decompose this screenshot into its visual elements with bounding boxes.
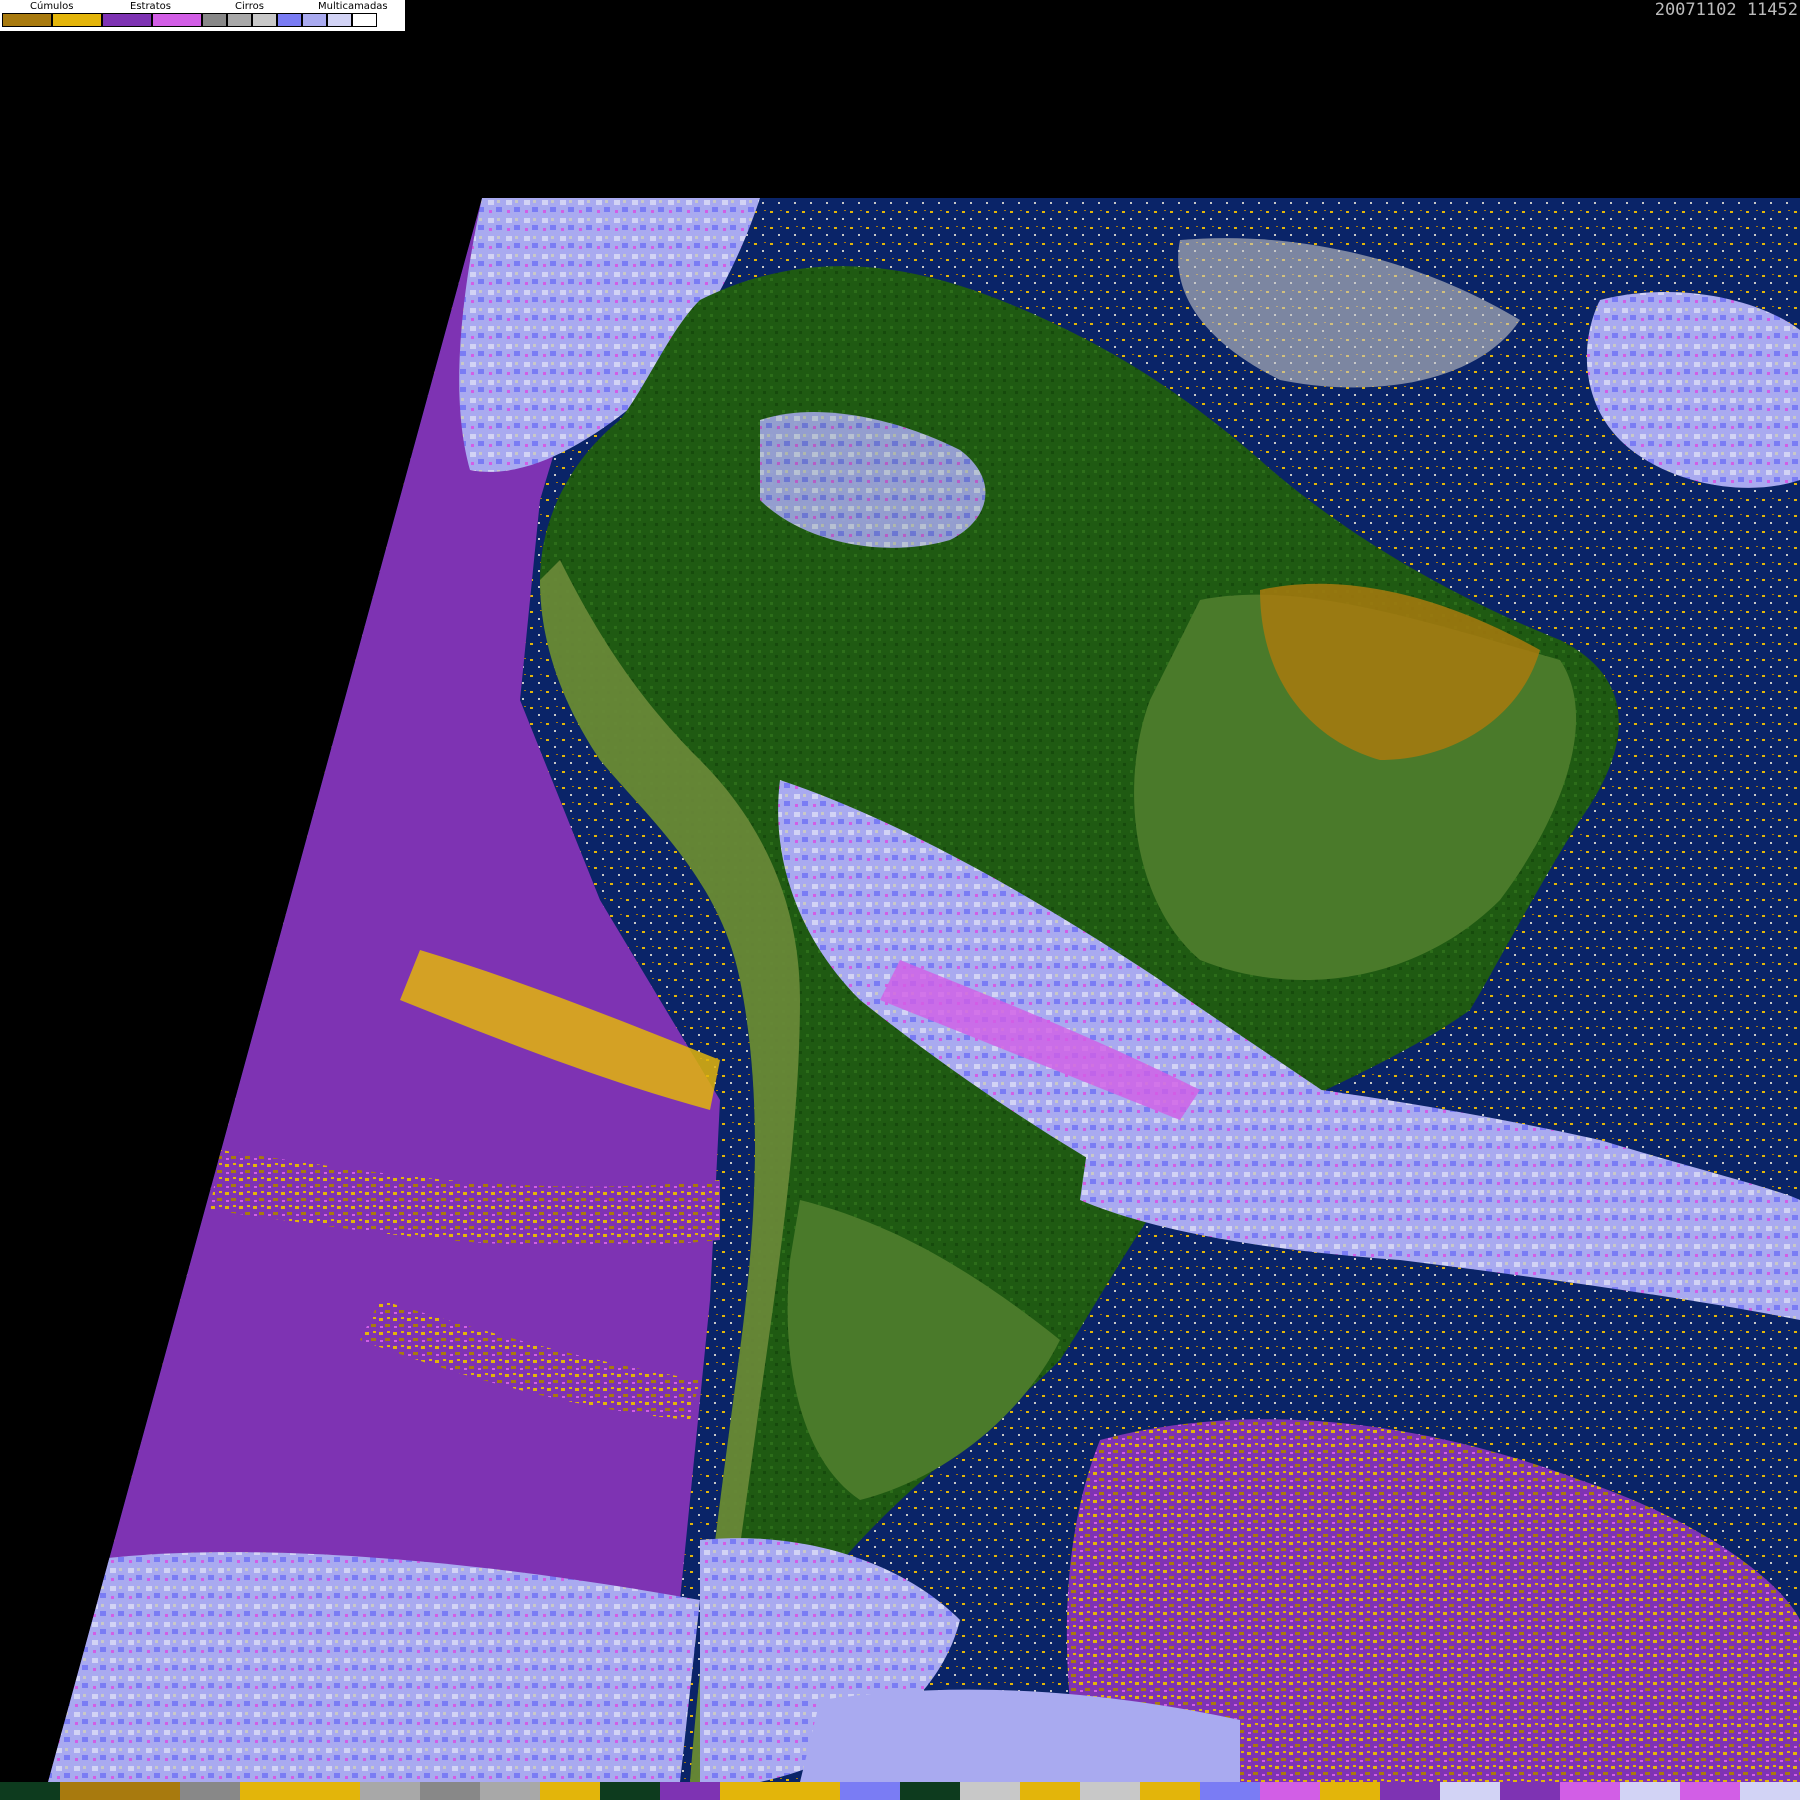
legend-label-2: Cirros	[235, 1, 264, 12]
satellite-cloud-map	[48, 198, 1800, 1782]
legend-swatch-1-0	[102, 13, 152, 27]
legend-swatch-0-0	[2, 13, 52, 27]
bottom-bar-cell	[240, 1782, 301, 1800]
bottom-bar-cell	[1140, 1782, 1201, 1800]
bottom-bar-cell	[1560, 1782, 1621, 1800]
bottom-bar-cell	[1380, 1782, 1441, 1800]
bottom-bar-cell	[1260, 1782, 1321, 1800]
legend-swatch-3-1	[302, 13, 327, 27]
bottom-bar-cell	[960, 1782, 1021, 1800]
bottom-bar-cell	[0, 1782, 61, 1800]
cloud-type-legend: Cúmulos Estratos Cirros Multicamadas	[0, 0, 405, 31]
legend-swatch-2-0	[202, 13, 227, 27]
legend-label-3: Multicamadas	[318, 1, 388, 12]
legend-swatch-0-1	[52, 13, 102, 27]
bottom-bar-cell	[180, 1782, 241, 1800]
legend-swatch-2-1	[227, 13, 252, 27]
pacific-clouds-south	[48, 1552, 700, 1782]
bottom-bar-cell	[720, 1782, 781, 1800]
bottom-bar-cell	[1500, 1782, 1561, 1800]
bottom-bar-cell	[60, 1782, 121, 1800]
bottom-bar-cell	[1200, 1782, 1261, 1800]
legend-swatch-3-0	[277, 13, 302, 27]
bottom-bar-cell	[840, 1782, 901, 1800]
bottom-bar-cell	[1620, 1782, 1681, 1800]
bottom-bar-cell	[120, 1782, 181, 1800]
bottom-bar-cell	[780, 1782, 841, 1800]
image-timestamp: 20071102 11452	[1654, 0, 1798, 20]
bottom-bar-cell	[1320, 1782, 1381, 1800]
bottom-bar-cell	[360, 1782, 421, 1800]
legend-label-0: Cúmulos	[30, 1, 74, 12]
bottom-bar-cell	[1080, 1782, 1141, 1800]
bottom-bar-cell	[1740, 1782, 1800, 1800]
bottom-color-bar	[0, 1782, 1800, 1800]
legend-swatch-3-2	[327, 13, 352, 27]
bottom-bar-cell	[1020, 1782, 1081, 1800]
bottom-bar-cell	[900, 1782, 961, 1800]
bottom-bar-cell	[1680, 1782, 1741, 1800]
bottom-bar-cell	[300, 1782, 361, 1800]
bottom-bar-cell	[600, 1782, 661, 1800]
bottom-bar-cell	[1440, 1782, 1501, 1800]
legend-swatch-2-2	[252, 13, 277, 27]
legend-swatch-3-3	[352, 13, 377, 27]
bottom-bar-cell	[660, 1782, 721, 1800]
bottom-bar-cell	[540, 1782, 601, 1800]
bottom-bar-cell	[420, 1782, 481, 1800]
legend-swatch-1-1	[152, 13, 202, 27]
bottom-bar-cell	[480, 1782, 541, 1800]
legend-label-1: Estratos	[130, 1, 171, 12]
